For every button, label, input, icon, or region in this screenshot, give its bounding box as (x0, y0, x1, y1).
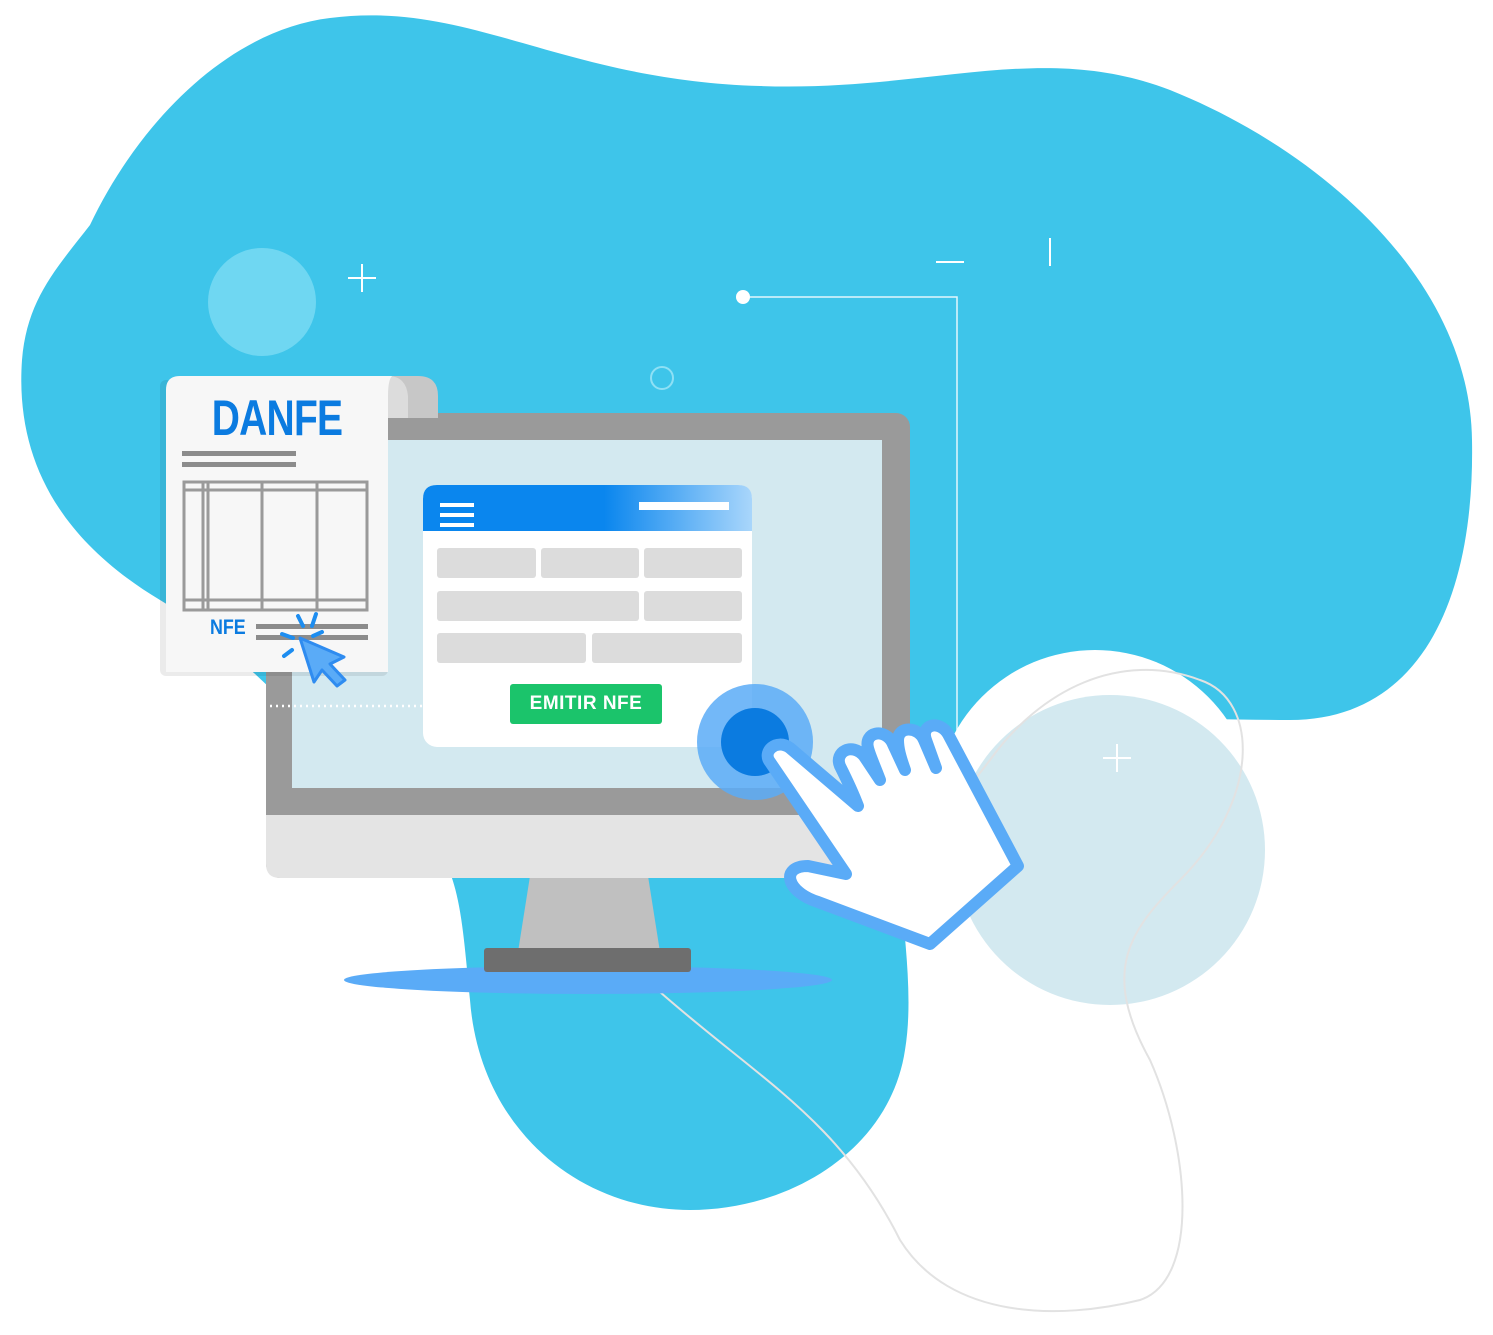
document-footer-label: NFE (210, 616, 246, 639)
decor-circle-light (208, 248, 316, 356)
doc-line (182, 462, 296, 467)
monitor-foot (484, 948, 691, 972)
emitir-nfe-button[interactable]: EMITIR NFE (510, 684, 662, 724)
illustration (21, 15, 1473, 1313)
form-field[interactable] (541, 548, 639, 578)
doc-line (182, 451, 296, 456)
form-field[interactable] (437, 548, 536, 578)
form-field[interactable] (592, 633, 742, 663)
form-field[interactable] (644, 591, 742, 621)
form-field[interactable] (437, 591, 639, 621)
header-title-bar (639, 502, 729, 510)
document-title: DANFE (211, 390, 343, 446)
monitor-stand (518, 876, 660, 952)
form-field[interactable] (437, 633, 586, 663)
form-field[interactable] (644, 548, 742, 578)
hamburger-menu-icon[interactable] (440, 503, 474, 527)
